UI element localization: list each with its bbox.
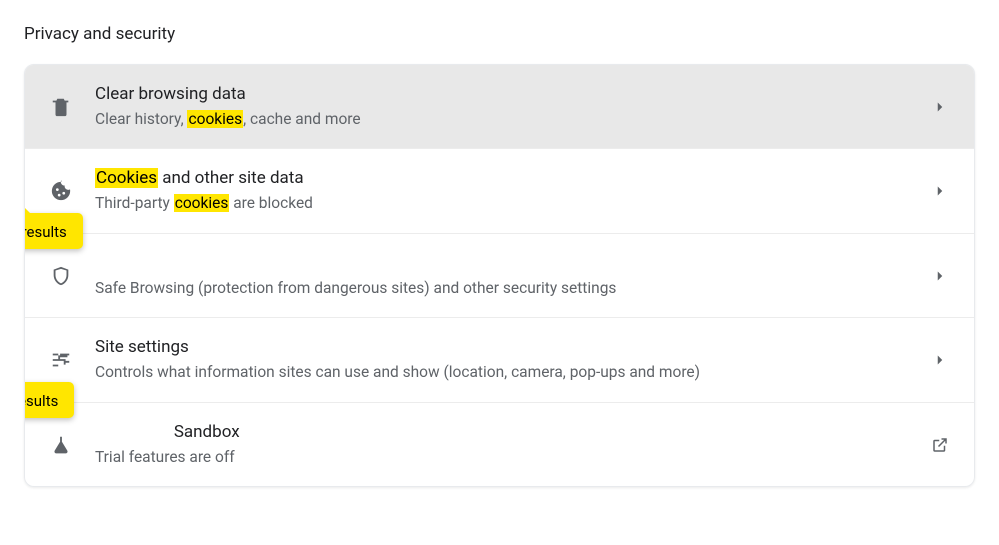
row-subtitle: Safe Browsing (protection from dangerous… [95,278,930,300]
row-security[interactable]: Safe Browsing (protection from dangerous… [25,234,974,318]
search-highlight: Cookies [95,168,158,188]
row-text: XXXXXXX Sandbox Trial features are off [95,421,930,468]
section-title: Privacy and security [24,24,975,44]
row-title: XXXXXXX Sandbox [95,421,930,445]
search-highlight: cookies [187,110,243,128]
cookie-icon [49,179,73,203]
results-tooltip: 2 results [24,382,74,418]
shield-icon [49,264,73,288]
flask-icon [49,433,73,457]
row-text: Cookies and other site data Third-party … [95,167,930,214]
row-cookies[interactable]: Cookies and other site data Third-party … [25,149,974,233]
tune-icon [49,348,73,372]
row-text: Safe Browsing (protection from dangerous… [95,252,930,299]
external-link-icon [930,435,950,455]
row-subtitle: Third-party cookies are blocked [95,193,930,215]
row-title: Cookies and other site data [95,167,930,191]
search-highlight: cookies [174,194,230,212]
row-site-settings[interactable]: Site settings Controls what information … [25,318,974,402]
row-text: Site settings Controls what information … [95,336,930,383]
row-title [95,252,930,276]
chevron-right-icon [930,97,950,117]
row-text: Clear browsing data Clear history, cooki… [95,83,930,130]
chevron-right-icon [930,266,950,286]
row-title: Clear browsing data [95,83,930,107]
row-subtitle: Clear history, cookies, cache and more [95,109,930,131]
row-subtitle: Trial features are off [95,447,930,469]
results-tooltip: 18 results [24,213,83,249]
row-title: Site settings [95,336,930,360]
chevron-right-icon [930,181,950,201]
row-subtitle: Controls what information sites can use … [95,362,930,384]
row-privacy-sandbox[interactable]: XXXXXXX Sandbox Trial features are off [25,403,974,486]
chevron-right-icon [930,350,950,370]
trash-icon [49,95,73,119]
settings-panel: Clear browsing data Clear history, cooki… [24,64,975,487]
row-clear-browsing-data[interactable]: Clear browsing data Clear history, cooki… [25,65,974,149]
